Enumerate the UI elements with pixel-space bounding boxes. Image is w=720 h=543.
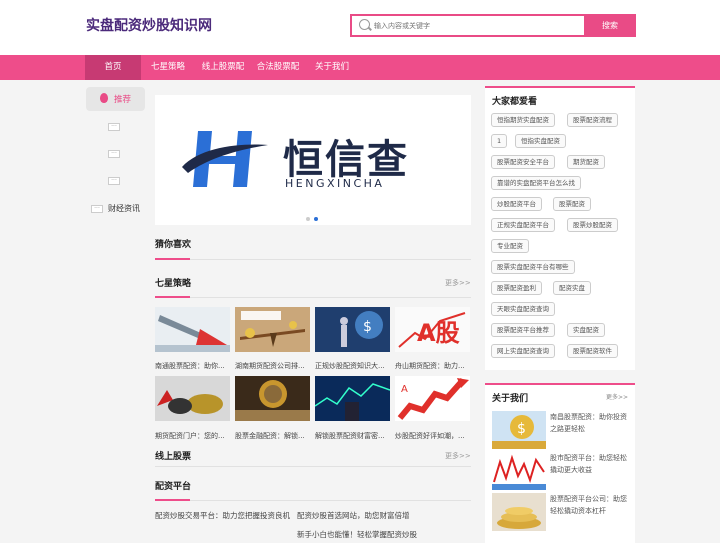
article-thumb[interactable]: [235, 376, 310, 421]
fire-icon: [100, 93, 108, 103]
search-button[interactable]: 搜索: [584, 14, 636, 37]
about-thumb[interactable]: [492, 493, 546, 531]
tag[interactable]: 股票配资: [553, 197, 591, 211]
article-title[interactable]: 正规炒股配资知识大...: [315, 361, 391, 371]
brand-name-en: HENGXINCHA: [285, 177, 385, 190]
article-thumb[interactable]: [235, 307, 310, 352]
section-online-title: 线上股票: [155, 452, 192, 462]
tag[interactable]: 正规实盘配资平台: [491, 218, 555, 232]
article-thumb[interactable]: $: [315, 307, 390, 352]
about-thumb[interactable]: $: [492, 411, 546, 449]
online-more-link[interactable]: 更多>>: [445, 451, 471, 461]
tag[interactable]: 股票实盘配资平台有哪些: [491, 260, 575, 274]
tag[interactable]: 天眼实盘配资查询: [491, 302, 555, 316]
search-box: 搜索: [350, 14, 636, 37]
tag[interactable]: 股票配资安全平台: [491, 155, 555, 169]
qixing-more-link[interactable]: 更多>>: [445, 278, 471, 288]
nav-about[interactable]: 关于我们: [311, 55, 353, 80]
search-icon: [359, 19, 370, 30]
about-article[interactable]: 股市配资平台：助您轻松撬动更大收益: [550, 452, 632, 476]
about-title: 关于我们: [492, 394, 529, 404]
hengxin-logo-icon: [182, 131, 268, 187]
about-article[interactable]: 股票配资平台公司：助您轻松撬动资本杠杆: [550, 493, 632, 517]
tag[interactable]: 实盘配资: [567, 323, 605, 337]
article-thumb[interactable]: A股: [395, 307, 470, 352]
tag[interactable]: 网上实盘配资查询: [491, 344, 555, 358]
nav-online[interactable]: 线上股票配: [197, 55, 249, 80]
article-title[interactable]: 期货配资门户：您的...: [155, 431, 231, 441]
tag[interactable]: 股票配资平台推荐: [491, 323, 555, 337]
article-title[interactable]: 南通股票配资：助你...: [155, 361, 231, 371]
section-divider: [155, 258, 471, 260]
recommend-label: 推荐: [114, 95, 132, 105]
tag[interactable]: 期货配资: [567, 155, 605, 169]
about-thumb[interactable]: [492, 452, 546, 490]
article-title[interactable]: 股票金融配资：解锁...: [235, 431, 311, 441]
tag[interactable]: 股票配资流程: [567, 113, 618, 127]
article-link[interactable]: 配资炒股首选网站，助您财富倍增: [297, 510, 410, 521]
article-title[interactable]: 解锁股票配资财富密...: [315, 431, 391, 441]
tag[interactable]: 股票配资盈利: [491, 281, 542, 295]
top-bar: 实盘配资炒股知识网 搜索: [0, 0, 720, 55]
left-nav-item[interactable]: ···: [108, 177, 120, 185]
left-nav-item[interactable]: ···: [108, 150, 120, 158]
article-thumb[interactable]: A: [395, 376, 470, 421]
article-thumb[interactable]: [315, 376, 390, 421]
main-nav: 首页 七星策略 线上股票配 合法股票配 关于我们: [0, 55, 720, 80]
article-link[interactable]: 新手小白也能懂！轻松掌握配资炒股: [297, 529, 417, 540]
pager-dot-active[interactable]: [314, 217, 318, 221]
article-title[interactable]: 湖南期货配资公司排...: [235, 361, 311, 371]
section-divider: [155, 466, 471, 467]
nav-legal[interactable]: 合法股票配: [252, 55, 304, 80]
section-qixing-title: 七星策略: [155, 279, 192, 289]
tag[interactable]: 1: [491, 134, 508, 148]
article-thumb[interactable]: [155, 376, 230, 421]
svg-text:$: $: [517, 421, 526, 437]
nav-home[interactable]: 首页: [85, 55, 141, 80]
article-thumb[interactable]: [155, 307, 230, 352]
section-guess-title: 猜你喜欢: [155, 240, 192, 250]
about-article[interactable]: 南昌股票配资：助你投资之路更轻松: [550, 411, 632, 435]
tag[interactable]: 炒股配资平台: [491, 197, 542, 211]
tag[interactable]: 恒指实盘配资: [515, 134, 566, 148]
section-divider: [155, 499, 471, 501]
tag[interactable]: 专业配资: [491, 239, 529, 253]
svg-text:A: A: [401, 384, 408, 395]
popular-title: 大家都爱看: [492, 97, 538, 107]
about-more-link[interactable]: 更多>>: [606, 392, 628, 401]
article-title[interactable]: 炒股配资好评如潮，...: [395, 431, 471, 441]
tag[interactable]: 恒指期货实盘配资: [491, 113, 555, 127]
svg-text:$: $: [363, 319, 372, 335]
nav-qixing[interactable]: 七星策略: [146, 55, 190, 80]
section-divider: [155, 296, 471, 298]
finance-news-link[interactable]: 财经资讯: [108, 203, 140, 214]
search-input[interactable]: [374, 16, 584, 35]
banner[interactable]: 恒信查 HENGXINCHA: [155, 95, 471, 225]
tag[interactable]: 靠谱的实盘配资平台怎么找: [491, 176, 581, 190]
article-title[interactable]: 舟山期货配资：助力...: [395, 361, 471, 371]
site-logo[interactable]: 实盘配资炒股知识网: [86, 15, 212, 35]
tag[interactable]: 股票炒股配资: [567, 218, 618, 232]
tag[interactable]: 配资实盘: [553, 281, 591, 295]
tag[interactable]: 股票配资软件: [567, 344, 618, 358]
article-link[interactable]: 配资炒股交易平台：助力您把握投资良机: [155, 510, 290, 522]
section-peizi-title: 配资平台: [155, 482, 192, 492]
left-nav-item[interactable]: ···: [108, 123, 120, 131]
recommend-tab[interactable]: 推荐: [86, 87, 145, 111]
pager-dot[interactable]: [306, 217, 310, 221]
left-nav-item[interactable]: ···: [91, 205, 103, 213]
